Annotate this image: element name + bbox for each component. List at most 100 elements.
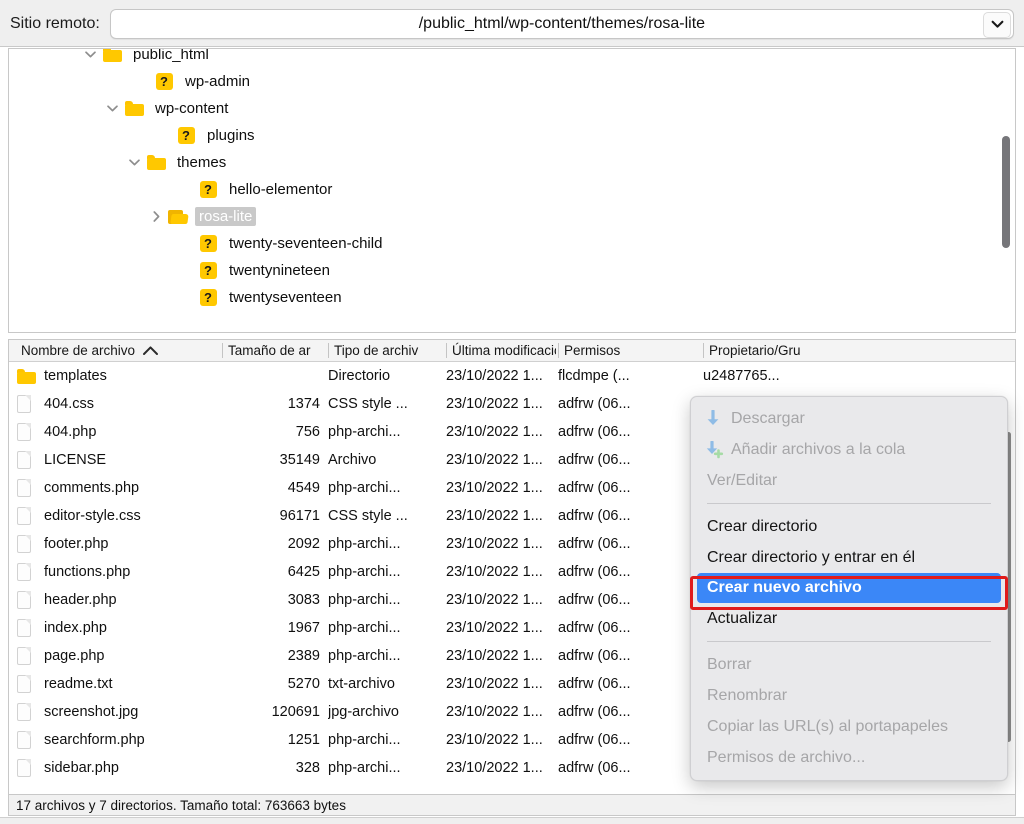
menu-item-label: Crear nuevo archivo: [707, 579, 862, 597]
table-row[interactable]: templatesDirectorio23/10/2022 1...flcdmp…: [9, 362, 1015, 390]
file-icon: [17, 731, 39, 749]
tree-item-label: public_html: [129, 48, 213, 64]
column-header-3[interactable]: Última modificació: [446, 340, 556, 361]
cell-type: php-archi...: [328, 474, 438, 502]
cell-name: page.php: [17, 642, 222, 670]
tree-item-twentynineteen[interactable]: ?twentynineteen: [9, 257, 1015, 284]
chevron-down-icon[interactable]: [123, 158, 145, 167]
cell-text-size: 2389: [288, 648, 320, 664]
file-icon: [17, 759, 39, 777]
tree-item-wp-admin[interactable]: ?wp-admin: [9, 68, 1015, 95]
remote-path-value: /public_html/wp-content/themes/rosa-lite: [385, 15, 739, 33]
cell-text-modified: 23/10/2022 1...: [446, 368, 543, 384]
column-header-4[interactable]: Permisos: [558, 340, 702, 361]
column-header-5[interactable]: Propietario/Gru: [703, 340, 863, 361]
tree-item-twenty-seventeen-child[interactable]: ?twenty-seventeen-child: [9, 230, 1015, 257]
cell-text-type: php-archi...: [328, 536, 401, 552]
column-divider[interactable]: [703, 343, 704, 358]
cell-text-modified: 23/10/2022 1...: [446, 732, 543, 748]
tree-scrollbar-track[interactable]: [1000, 51, 1013, 330]
folder-closed-icon: [101, 48, 123, 62]
caret-up-icon: [142, 345, 159, 356]
column-header-label: Tamaño de ar: [228, 343, 311, 358]
cell-name: editor-style.css: [17, 502, 222, 530]
cell-modified: 23/10/2022 1...: [446, 446, 558, 474]
file-icon: [17, 535, 39, 553]
cell-modified: 23/10/2022 1...: [446, 754, 558, 782]
tree-item-label: hello-elementor: [225, 180, 336, 199]
tree-item-rosa-lite[interactable]: rosa-lite: [9, 203, 1015, 230]
tree-item-hello-elementor[interactable]: ?hello-elementor: [9, 176, 1015, 203]
cell-text-size: 2092: [288, 536, 320, 552]
column-header-label: Nombre de archivo: [21, 343, 135, 358]
remote-path-combobox[interactable]: /public_html/wp-content/themes/rosa-lite: [110, 9, 1014, 39]
tree-item-twentyseventeen[interactable]: ? twentyseventeen: [9, 284, 1015, 311]
chevron-down-icon[interactable]: [983, 12, 1011, 38]
cell-text-permissions: adfrw (06...: [558, 536, 631, 552]
column-divider[interactable]: [558, 343, 559, 358]
cell-type: Directorio: [328, 362, 438, 390]
chevron-down-icon[interactable]: [101, 104, 123, 113]
tree-item-themes[interactable]: themes: [9, 149, 1015, 176]
file-icon: [17, 591, 39, 609]
tree-item-plugins[interactable]: ?plugins: [9, 122, 1015, 149]
cell-text-modified: 23/10/2022 1...: [446, 480, 543, 496]
chevron-right-icon[interactable]: [145, 210, 167, 223]
cell-size: 2389: [222, 642, 326, 670]
cell-type: php-archi...: [328, 558, 438, 586]
tree-scrollbar-thumb[interactable]: [1002, 136, 1010, 248]
cell-text-type: php-archi...: [328, 424, 401, 440]
column-header-0[interactable]: Nombre de archivo: [15, 340, 220, 361]
remote-directory-tree[interactable]: public_html ?wp-adminwp-content?pluginsth…: [8, 48, 1016, 333]
menu-item-label: Añadir archivos a la cola: [731, 441, 905, 459]
cell-text-name: screenshot.jpg: [44, 704, 138, 720]
cell-size: 1251: [222, 726, 326, 754]
window-bottom-strip: [0, 817, 1024, 824]
cell-text-permissions: adfrw (06...: [558, 760, 631, 776]
cell-permissions: flcdmpe (...: [558, 362, 698, 390]
cell-text-modified: 23/10/2022 1...: [446, 424, 543, 440]
cell-text-type: CSS style ...: [328, 396, 408, 412]
menu-item-label: Crear directorio y entrar en él: [707, 549, 915, 567]
menu-item-crear-nuevo-archivo[interactable]: Crear nuevo archivo: [697, 573, 1001, 603]
tree-item-wp-content[interactable]: wp-content: [9, 95, 1015, 122]
menu-item-crear-directorio[interactable]: Crear directorio: [691, 511, 1007, 542]
menu-item-crear-directorio-y-entrar-en-l[interactable]: Crear directorio y entrar en él: [691, 542, 1007, 573]
chevron-down-icon[interactable]: [79, 50, 101, 59]
cell-text-name: header.php: [44, 592, 117, 608]
cell-modified: 23/10/2022 1...: [446, 558, 558, 586]
column-divider[interactable]: [328, 343, 329, 358]
cell-size: 1967: [222, 614, 326, 642]
column-divider[interactable]: [222, 343, 223, 358]
cell-modified: 23/10/2022 1...: [446, 474, 558, 502]
file-list-context-menu[interactable]: DescargarAñadir archivos a la colaVer/Ed…: [690, 396, 1008, 781]
file-icon: [17, 479, 39, 497]
column-header-1[interactable]: Tamaño de ar: [222, 340, 326, 361]
cell-owner: u2487765...: [703, 362, 863, 390]
tree-item-label: twentyseventeen: [225, 288, 346, 307]
cell-size: 1374: [222, 390, 326, 418]
cell-permissions: adfrw (06...: [558, 698, 698, 726]
column-divider[interactable]: [446, 343, 447, 358]
cell-text-type: php-archi...: [328, 480, 401, 496]
cell-text-modified: 23/10/2022 1...: [446, 564, 543, 580]
status-bar-text: 17 archivos y 7 directorios. Tamaño tota…: [16, 798, 346, 813]
question-mark-icon: ?: [197, 289, 219, 306]
cell-text-modified: 23/10/2022 1...: [446, 620, 543, 636]
column-header-2[interactable]: Tipo de archiv: [328, 340, 444, 361]
cell-text-size: 328: [296, 760, 320, 776]
cell-size: 4549: [222, 474, 326, 502]
cell-type: jpg-archivo: [328, 698, 438, 726]
cell-modified: 23/10/2022 1...: [446, 362, 558, 390]
cell-text-type: php-archi...: [328, 760, 401, 776]
cell-text-modified: 23/10/2022 1...: [446, 508, 543, 524]
menu-item-actualizar[interactable]: Actualizar: [691, 603, 1007, 634]
cell-text-type: php-archi...: [328, 620, 401, 636]
cell-text-name: sidebar.php: [44, 760, 119, 776]
cell-permissions: adfrw (06...: [558, 530, 698, 558]
column-header-label: Propietario/Gru: [709, 343, 801, 358]
cell-size: 756: [222, 418, 326, 446]
column-header-label: Última modificació: [452, 343, 556, 358]
tree-item-public_html[interactable]: public_html: [9, 48, 1015, 68]
cell-size: 6425: [222, 558, 326, 586]
